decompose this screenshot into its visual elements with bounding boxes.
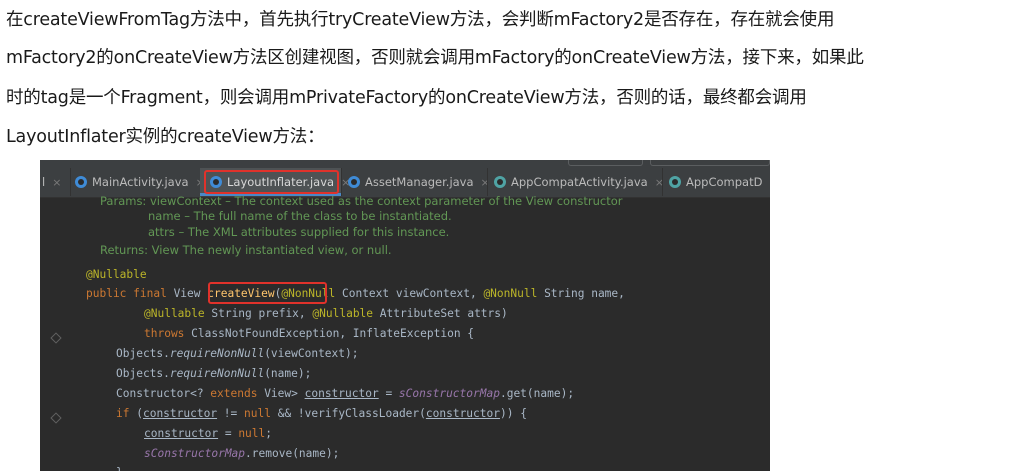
tab-ghost-outline — [568, 160, 643, 166]
code-token: .get(name); — [499, 387, 575, 400]
code-token: ; — [265, 427, 273, 440]
class-icon — [669, 176, 681, 188]
tab-label: AppCompatActivity.java — [511, 175, 648, 189]
code-token: = — [218, 427, 239, 440]
code-token: != — [217, 407, 245, 420]
code-token: null — [244, 407, 271, 420]
tab-appcompatd[interactable]: AppCompatD — [663, 168, 770, 196]
paragraph-line-3: 时的tag是一个Fragment，则会调用mPrivateFactory的onC… — [6, 88, 807, 108]
code-line-require-context: Objects.requireNonNull(viewContext); — [116, 347, 358, 360]
tab-appcompatactivity[interactable]: AppCompatActivity.java × — [488, 168, 664, 196]
javadoc-param-attrs: attrs – The XML attributes supplied for … — [148, 225, 450, 239]
code-token: if — [116, 407, 130, 420]
fold-marker-icon[interactable] — [50, 332, 62, 344]
code-token: sConstructorMap — [398, 387, 500, 400]
code-token: @Nullable — [312, 307, 374, 320]
code-token: View> — [257, 387, 305, 400]
code-token: = — [378, 387, 399, 400]
highlight-box-tab — [204, 170, 339, 194]
tab-label: AssetManager.java — [365, 175, 474, 189]
code-token: Context viewContext, — [335, 287, 484, 300]
paragraph-line-2: mFactory2的onCreateView方法区创建视图，否则就会调用mFac… — [6, 48, 864, 68]
code-token: constructor — [144, 427, 219, 440]
class-icon — [348, 176, 360, 188]
paragraph-line-1: 在createViewFromTag方法中，首先执行tryCreateView方… — [6, 10, 835, 30]
code-token: View — [173, 287, 208, 300]
code-token: ClassNotFoundException, InflateException… — [184, 327, 475, 340]
tab-separator — [70, 168, 71, 196]
code-token: sConstructorMap — [144, 447, 246, 460]
code-token: && !verifyClassLoader( — [270, 407, 426, 420]
highlight-box-method — [208, 282, 327, 304]
code-line-remove: sConstructorMap.remove(name); — [144, 447, 339, 460]
code-token: @Nullable — [144, 307, 205, 320]
tab-label: MainActivity.java — [92, 175, 189, 189]
code-line-require-name: Objects.requireNonNull(name); — [116, 367, 311, 380]
code-token: constructor — [425, 407, 500, 420]
code-token: String prefix, — [204, 307, 313, 320]
class-icon — [494, 176, 506, 188]
paragraph-line-4: LayoutInflater实例的createView方法： — [6, 127, 325, 147]
javadoc-returns: Returns: View The newly instantiated vie… — [100, 243, 392, 257]
tab-label: l — [42, 175, 46, 189]
code-token: constructor — [304, 387, 379, 400]
code-token: extends — [210, 387, 258, 400]
code-line-throws: throws ClassNotFoundException, InflateEx… — [144, 327, 474, 340]
code-token: Objects. — [116, 367, 170, 380]
code-line-params: @Nullable String prefix, @Nullable Attri… — [144, 307, 508, 320]
close-icon[interactable]: × — [52, 176, 61, 189]
code-token: requireNonNull — [169, 347, 265, 360]
code-token: requireNonNull — [169, 367, 265, 380]
class-icon — [75, 176, 87, 188]
code-token: Constructor<? — [116, 387, 211, 400]
code-line-if: if (constructor != null && !verifyClassL… — [116, 407, 527, 420]
code-line-signature: public final View createView(@NonNull Co… — [86, 287, 625, 300]
code-line-constructor-get: Constructor<? extends View> constructor … — [116, 387, 574, 400]
tab-label: AppCompatD — [686, 175, 763, 189]
code-token: null — [238, 427, 266, 440]
javadoc-param-name: name – The full name of the class to be … — [148, 209, 452, 223]
code-line-assign-null: constructor = null; — [144, 427, 272, 440]
code-token: (name); — [264, 367, 312, 380]
code-annotation-nullable: @Nullable — [86, 268, 147, 281]
code-token: .remove(name); — [245, 447, 340, 460]
code-token: ( — [129, 407, 143, 420]
fold-marker-icon[interactable] — [50, 412, 62, 424]
ide-screenshot: l × MainActivity.java × LayoutInflater.j… — [40, 160, 770, 471]
code-token: String name, — [537, 287, 625, 300]
tab-ghost-outline — [650, 160, 770, 166]
code-token: throws — [144, 327, 185, 340]
code-line-close-brace: } — [116, 466, 123, 471]
code-token: @NonNull — [483, 287, 538, 300]
tab-assetmanager[interactable]: AssetManager.java × — [342, 168, 490, 196]
code-token: constructor — [142, 407, 218, 420]
tab-truncated[interactable]: l × — [40, 168, 70, 196]
code-token: (viewContext); — [264, 347, 359, 360]
code-token: public final — [86, 287, 174, 300]
editor-tab-bar: l × MainActivity.java × LayoutInflater.j… — [40, 160, 770, 198]
code-token: )) { — [499, 407, 527, 420]
code-token: AttributeSet attrs) — [373, 307, 508, 320]
javadoc-params: Params: viewContext – The context used a… — [100, 194, 623, 208]
code-token: Objects. — [116, 347, 170, 360]
